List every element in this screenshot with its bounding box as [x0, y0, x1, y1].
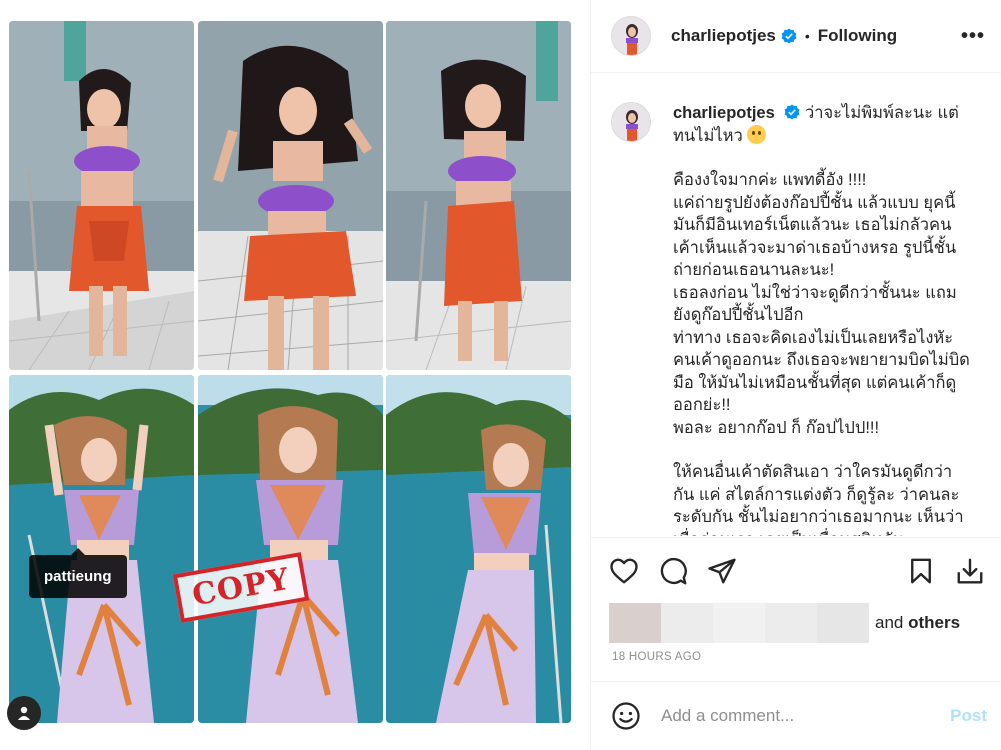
more-icon[interactable]: ••• — [961, 26, 985, 46]
photo-tile-3 — [386, 21, 571, 370]
photo-tile-2 — [198, 21, 383, 370]
user-tag-icon — [18, 706, 30, 720]
heart-icon[interactable] — [609, 556, 639, 586]
post-header: charliepotjes • Following ••• — [591, 0, 1001, 73]
post-media[interactable]: pattieung COPY — [0, 0, 590, 750]
likes-summary[interactable]: and others — [609, 603, 985, 643]
post-timestamp[interactable]: 18 HOURS AGO — [612, 651, 985, 663]
blurred-likers — [609, 603, 869, 643]
caption-text: charliepotjes ว่าจะไม่พิมพ์ละนะ แต่ทนไม่… — [673, 102, 973, 536]
photo-tile-1 — [9, 21, 194, 370]
header-username[interactable]: charliepotjes — [671, 26, 776, 46]
verified-icon — [784, 104, 800, 120]
post-side-panel: charliepotjes • Following ••• charliepot… — [590, 0, 1001, 750]
bookmark-icon[interactable] — [906, 556, 936, 586]
comment-bar: Post — [591, 681, 1001, 750]
caption-paragraph-2: ท่าทาง เธอจะคิดเองไม่เป็นเลยหรือไงหัะ คน… — [673, 328, 970, 437]
download-icon[interactable] — [955, 556, 985, 586]
avatar[interactable] — [611, 16, 651, 56]
user-tag-label[interactable]: pattieung — [29, 548, 127, 598]
share-icon[interactable] — [707, 556, 737, 586]
caption-scroll-area[interactable]: charliepotjes ว่าจะไม่พิมพ์ละนะ แต่ทนไม่… — [591, 74, 1001, 536]
likes-text[interactable]: and others — [875, 613, 960, 633]
header-separator: • — [804, 28, 810, 44]
post-comment-button[interactable]: Post — [950, 706, 987, 726]
caption: charliepotjes ว่าจะไม่พิมพ์ละนะ แต่ทนไม่… — [611, 102, 985, 536]
photo-tile-6 — [386, 375, 571, 723]
caption-avatar[interactable] — [611, 102, 651, 142]
following-button[interactable]: Following — [818, 26, 897, 46]
photo-tile-5 — [198, 375, 383, 723]
emoji-icon[interactable] — [611, 701, 641, 731]
verified-icon — [781, 28, 797, 44]
caption-paragraph-3: ให้คนอื่นเค้าตัดสินเอา ว่าใครมันดูดีกว่า… — [673, 463, 964, 536]
post-actions: and others 18 HOURS AGO — [591, 537, 1001, 667]
caption-username[interactable]: charliepotjes — [673, 104, 775, 122]
photo-tile-4 — [9, 375, 194, 723]
comment-input[interactable] — [661, 706, 951, 726]
comment-icon[interactable] — [658, 556, 688, 586]
caption-paragraph-1: คืองงใจมากค่ะ แพทดี้อัง !!!! แค่ถ่ายรูปย… — [673, 171, 957, 324]
user-tag-button[interactable] — [7, 696, 41, 730]
eye-roll-emoji-icon — [747, 124, 767, 144]
